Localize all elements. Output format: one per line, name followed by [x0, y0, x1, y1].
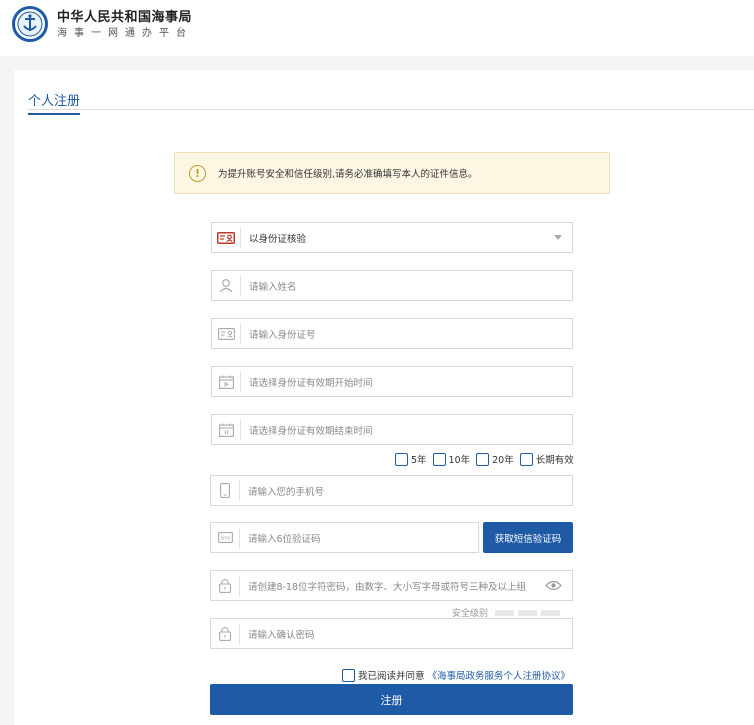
get-sms-code-button[interactable]: 获取短信验证码 [483, 522, 573, 553]
id-start-date-placeholder: 请选择身份证有效期开始时间 [249, 377, 373, 389]
chevron-down-icon [554, 235, 562, 240]
calendar-icon [212, 371, 241, 392]
strength-bar-1 [495, 609, 515, 616]
validity-option-10y[interactable]: 10年 [432, 452, 470, 466]
verify-method-select[interactable]: 以身份证核验 [211, 222, 573, 253]
confirm-password-placeholder: 请输入确认密码 [248, 629, 315, 641]
tab-personal-registration[interactable]: 个人注册 [28, 90, 81, 115]
id-end-date-placeholder: 请选择身份证有效期结束时间 [249, 425, 373, 437]
user-icon [212, 275, 241, 296]
phone-placeholder: 请输入您的手机号 [248, 486, 325, 498]
sms-code-placeholder: 请输入6位验证码 [248, 533, 321, 545]
mobile-icon [211, 480, 240, 501]
eye-icon[interactable] [545, 576, 562, 595]
brand-subtitle: 海事一网通办平台 [57, 28, 193, 39]
validity-option-20y[interactable]: 20年 [476, 452, 514, 466]
checkbox[interactable] [519, 452, 533, 466]
agree-checkbox[interactable] [342, 668, 355, 682]
brand-title: 中华人民共和国海事局 [57, 10, 193, 25]
validity-option-long-term[interactable]: 长期有效 [519, 452, 574, 466]
agreement-row: 我已阅读并同意 《海事局政务服务个人注册协议》 [342, 668, 570, 682]
name-input[interactable]: 请输入姓名 [211, 270, 573, 301]
notice-text: 为提升账号安全和信任级别,请务必准确填写本人的证件信息。 [218, 169, 478, 180]
strength-bar-3 [541, 609, 561, 616]
checkbox[interactable] [432, 452, 446, 466]
name-placeholder: 请输入姓名 [249, 281, 297, 293]
agreement-link[interactable]: 《海事局政务服务个人注册协议》 [428, 668, 571, 682]
password-input[interactable]: 请创建8-18位字符密码，由数字、大小写字母或符号三种及以上组 [210, 570, 573, 601]
id-card-icon [212, 227, 241, 248]
main-card: 个人注册 ! 为提升账号安全和信任级别,请务必准确填写本人的证件信息。 以身份证… [14, 70, 754, 725]
msa-logo [12, 6, 48, 42]
lock-icon [211, 623, 240, 644]
id-number-input[interactable]: 请输入身份证号 [211, 318, 573, 349]
registration-page: 中华人民共和国海事局 海事一网通办平台 个人注册 ! 为提升账号安全和信任级别,… [0, 0, 754, 725]
checkbox[interactable] [476, 452, 490, 466]
register-button[interactable]: 注册 [210, 684, 573, 715]
id-number-placeholder: 请输入身份证号 [249, 329, 316, 341]
strength-bar-2 [518, 609, 538, 616]
checkbox[interactable] [395, 452, 408, 466]
agree-prefix: 我已阅读并同意 [358, 671, 425, 682]
validity-options: 5年 10年 20年 长期有效 [395, 452, 574, 466]
id-card-outline-icon [212, 323, 241, 344]
exclamation-icon: ! [189, 164, 206, 182]
notice-banner: ! 为提升账号安全和信任级别,请务必准确填写本人的证件信息。 [174, 152, 610, 194]
confirm-password-input[interactable]: 请输入确认密码 [210, 618, 573, 649]
id-end-date-input[interactable]: 请选择身份证有效期结束时间 [211, 414, 573, 445]
lock-icon [211, 575, 240, 596]
header: 中华人民共和国海事局 海事一网通办平台 [0, 0, 754, 56]
id-start-date-input[interactable]: 请选择身份证有效期开始时间 [211, 366, 573, 397]
calendar-icon [212, 419, 241, 440]
phone-input[interactable]: 请输入您的手机号 [210, 475, 573, 506]
validity-option-5y[interactable]: 5年 [395, 452, 427, 466]
sms-code-input[interactable]: sms 请输入6位验证码 [210, 522, 479, 553]
tab-divider [28, 109, 754, 110]
sms-icon: sms [211, 527, 240, 548]
verify-method-value: 以身份证核验 [249, 233, 307, 245]
svg-text:sms: sms [220, 536, 230, 542]
password-placeholder: 请创建8-18位字符密码，由数字、大小写字母或符号三种及以上组 [248, 581, 527, 593]
